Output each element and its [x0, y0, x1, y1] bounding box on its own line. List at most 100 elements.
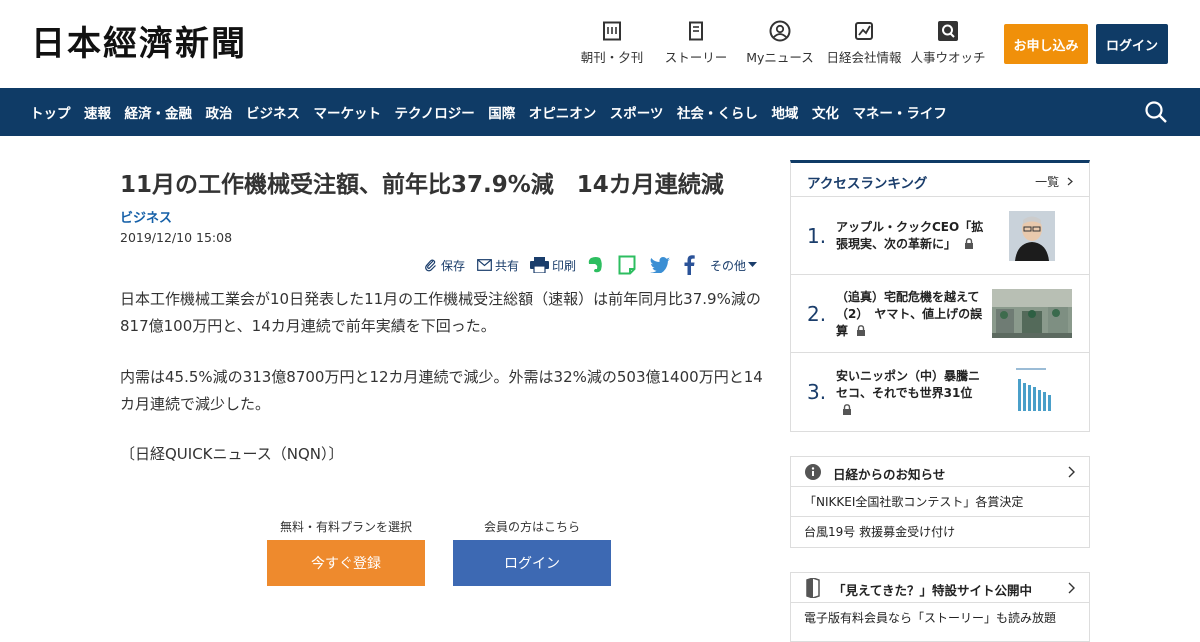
search-icon[interactable] — [1144, 100, 1168, 124]
header-login-button[interactable]: ログイン — [1096, 24, 1168, 64]
login-button[interactable]: ログイン — [453, 540, 611, 586]
story-icon — [685, 20, 707, 42]
header-nav-label: 朝刊・夕刊 — [580, 50, 644, 65]
notice-item[interactable]: 「NIKKEI全国社歌コンテスト」各賞決定 — [791, 487, 1089, 517]
ranking-title: アクセスランキング — [807, 176, 928, 192]
ranking-item[interactable]: 2. （追真）宅配危機を越えて（2） ヤマト、値上げの誤算 — [791, 275, 1089, 353]
ranking-item-title-wrap: （追真）宅配危機を越えて（2） ヤマト、値上げの誤算 — [836, 289, 986, 340]
warehouse-photo — [992, 289, 1072, 338]
article-paragraph: 内需は45.5%減の313億8700万円と12カ月連続で減少。外需は32%減の5… — [120, 368, 763, 413]
nikkei-notice: 日経からのお知らせ 「NIKKEI全国社歌コンテスト」各賞決定 台風19号 救援… — [790, 456, 1090, 548]
ranking-item[interactable]: 3. 安いニッポン（中）暴騰ニセコ、それでも世界31位 — [791, 353, 1089, 431]
share-more-label: その他 — [710, 258, 747, 273]
bar-chart-thumbnail — [1013, 365, 1053, 417]
nikkei-logo[interactable]: 日本經濟新聞 — [31, 24, 247, 64]
save-button[interactable]: 保存 — [424, 255, 465, 275]
chevron-right-icon — [1068, 582, 1075, 594]
nav-item[interactable]: 速報 — [84, 102, 111, 122]
ranking-number: 3. — [807, 380, 827, 404]
header-nav-jinji[interactable]: 人事ウオッチ — [910, 20, 986, 66]
nav-item[interactable]: マーケット — [314, 102, 382, 122]
ranking-more-link[interactable]: 一覧 — [1035, 173, 1073, 190]
header-nav-mynews[interactable]: Myニュース — [746, 20, 814, 66]
ranking-item-title-wrap: 安いニッポン（中）暴騰ニセコ、それでも世界31位 — [836, 368, 986, 419]
search-box-icon — [937, 20, 959, 42]
header-nav-label: Myニュース — [746, 50, 814, 65]
login-caption: 会員の方はこちら — [483, 520, 580, 534]
share-button[interactable]: 共有 — [477, 255, 519, 275]
nav-item[interactable]: トップ — [30, 102, 71, 122]
mieru-banner: 「見えてきた？」特設サイト公開中 電子版有料会員なら「ストーリー」も読み放題 — [790, 572, 1090, 642]
nav-item[interactable]: 文化 — [812, 102, 839, 122]
share-more-button[interactable]: その他 — [710, 255, 760, 275]
share-label: 共有 — [495, 258, 520, 273]
ranking-number: 1. — [807, 224, 827, 248]
ranking-header: アクセスランキング 一覧 — [791, 163, 1089, 197]
nav-item[interactable]: 国際 — [488, 102, 515, 122]
article-paragraph: 日本工作機械工業会が10日発表した11月の工作機械受注総額（速報）は前年同月比3… — [120, 290, 761, 335]
mail-icon — [477, 259, 492, 271]
register-button[interactable]: 今すぐ登録 — [267, 540, 425, 586]
print-button[interactable]: 印刷 — [530, 255, 576, 275]
nav-item[interactable]: 経済・金融 — [125, 102, 193, 122]
mieru-text[interactable]: 電子版有料会員なら「ストーリー」も読み放題 — [791, 603, 1089, 633]
lock-icon — [965, 238, 974, 249]
facebook-button[interactable] — [684, 255, 698, 275]
header-nav-label: 日経会社情報 — [826, 50, 902, 65]
chevron-right-icon — [1068, 466, 1075, 478]
evernote-icon — [588, 257, 602, 273]
ranking-item-title-wrap: アップル・クックCEO「拡張現実、次の革新に」 — [836, 219, 986, 253]
twitter-icon — [650, 257, 670, 273]
print-label: 印刷 — [552, 258, 577, 273]
nav-item[interactable]: ビジネス — [246, 102, 300, 122]
printer-icon — [530, 257, 549, 273]
article-title: 11月の工作機械受注額、前年比37.9%減 14カ月連続減 — [120, 172, 724, 198]
nav-item[interactable]: テクノロジー — [395, 102, 475, 122]
newspaper-icon — [601, 20, 623, 42]
main-navbar: トップ 速報 経済・金融 政治 ビジネス マーケット テクノロジー 国際 オピニ… — [0, 88, 1200, 136]
info-icon — [805, 464, 821, 480]
article-date: 2019/12/10 15:08 — [120, 230, 233, 245]
lock-icon — [843, 404, 851, 415]
save-label: 保存 — [441, 258, 466, 273]
nav-item[interactable]: 社会・くらし — [677, 102, 758, 122]
clip-icon — [425, 259, 436, 272]
tim-cook-photo — [1009, 211, 1055, 261]
lock-icon — [857, 325, 866, 336]
header-nav-chokan[interactable]: 朝刊・夕刊 — [580, 20, 644, 66]
evernote-button[interactable] — [587, 255, 607, 275]
ranking-number: 2. — [807, 302, 827, 326]
header-nav-company[interactable]: 日経会社情報 — [826, 20, 902, 66]
mieru-header[interactable]: 「見えてきた？」特設サイト公開中 — [791, 573, 1089, 603]
bookmark-icon — [618, 255, 636, 275]
access-ranking: アクセスランキング 一覧 1. アップル・クックCEO「拡張現実、次の革新に」 … — [790, 160, 1090, 432]
caret-down-icon — [748, 262, 758, 267]
user-icon — [769, 20, 791, 42]
notice-header[interactable]: 日経からのお知らせ — [791, 457, 1089, 487]
site-header: 日本經濟新聞 朝刊・夕刊 ストーリー Myニュース 日経会社情報 人事ウオッチ … — [0, 0, 1200, 88]
bookmark-flag-icon — [806, 578, 820, 598]
notice-title: 日経からのお知らせ — [833, 467, 946, 482]
ranking-item-title: アップル・クックCEO「拡張現実、次の革新に」 — [836, 220, 984, 251]
nav-item[interactable]: スポーツ — [610, 102, 664, 122]
hatena-button[interactable] — [618, 255, 639, 275]
nav-item[interactable]: オピニオン — [529, 102, 597, 122]
twitter-button[interactable] — [650, 255, 673, 275]
nav-item[interactable]: 地域 — [771, 102, 798, 122]
chart-icon — [853, 20, 875, 42]
mieru-title: 「見えてきた？」特設サイト公開中 — [833, 583, 1033, 598]
nav-item[interactable]: 政治 — [206, 102, 233, 122]
nav-item[interactable]: マネー・ライフ — [852, 102, 947, 122]
header-nav-label: ストーリー — [664, 50, 728, 65]
header-nav-story[interactable]: ストーリー — [664, 20, 728, 66]
apply-button[interactable]: お申し込み — [1004, 24, 1088, 64]
article-paragraph: 〔日経QUICKニュース（NQN）〕 — [120, 445, 344, 463]
article-category[interactable]: ビジネス — [120, 207, 172, 226]
ranking-item[interactable]: 1. アップル・クックCEO「拡張現実、次の革新に」 — [791, 197, 1089, 275]
ranking-more-label: 一覧 — [1035, 175, 1060, 189]
navbar-list: トップ 速報 経済・金融 政治 ビジネス マーケット テクノロジー 国際 オピニ… — [30, 88, 960, 136]
register-caption: 無料・有料プランを選択 — [279, 520, 412, 534]
notice-item[interactable]: 台風19号 救援募金受け付け — [791, 517, 1089, 547]
header-nav-label: 人事ウオッチ — [910, 50, 986, 65]
facebook-icon — [684, 255, 695, 275]
